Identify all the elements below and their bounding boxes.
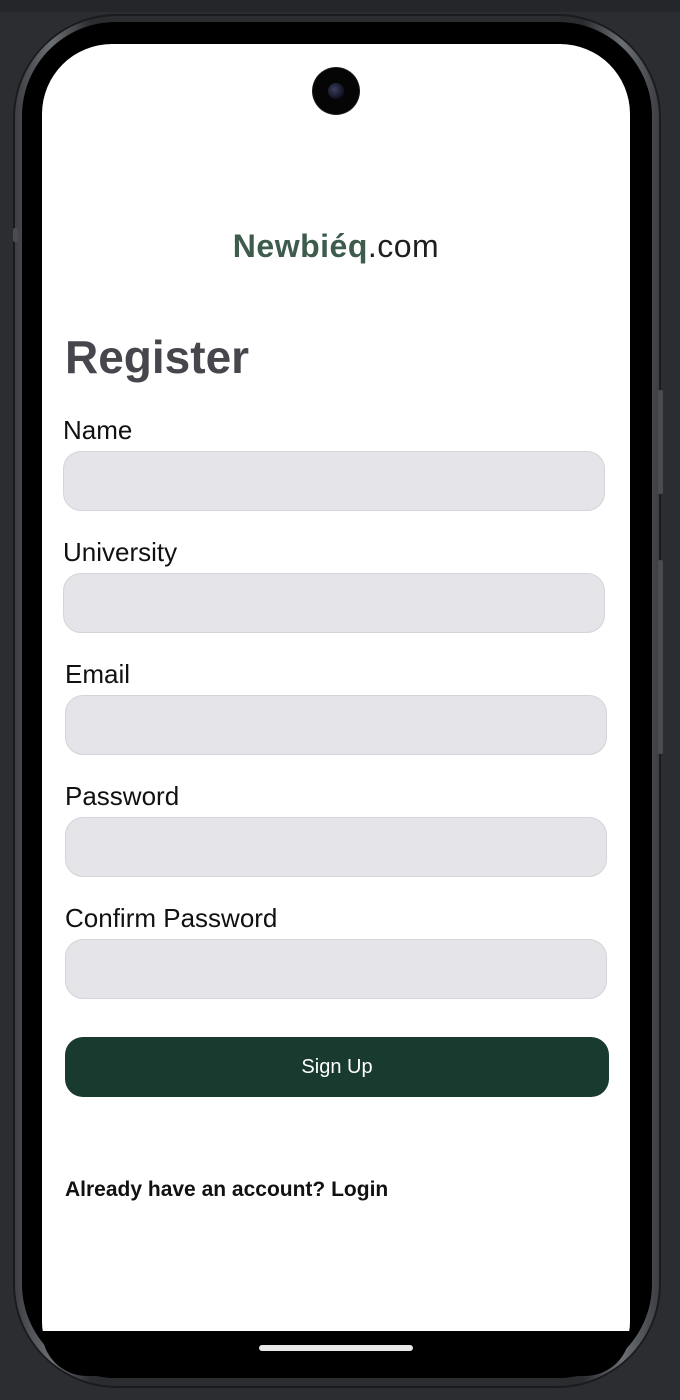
password-input[interactable] <box>65 817 607 877</box>
password-label: Password <box>65 781 180 811</box>
camera-lens <box>328 83 344 99</box>
confirm-password-input[interactable] <box>65 939 607 999</box>
login-link[interactable]: Login <box>331 1178 388 1201</box>
power-button <box>658 390 663 494</box>
login-prompt-text: Already have an account? <box>65 1178 332 1201</box>
bottom-safe-area <box>42 1331 630 1376</box>
name-label: Name <box>63 415 133 445</box>
logo-tld: .com <box>367 228 440 264</box>
email-label: Email <box>65 659 131 689</box>
left-side-button <box>13 228 18 242</box>
page-title: Register <box>65 331 250 383</box>
logo-brand: Newbiéq <box>232 228 368 264</box>
name-input[interactable] <box>63 451 605 511</box>
front-camera-icon <box>313 68 359 114</box>
university-label: University <box>63 537 178 567</box>
email-input[interactable] <box>65 695 607 755</box>
confirm-password-label: Confirm Password <box>65 903 278 933</box>
university-input[interactable] <box>63 573 605 633</box>
home-indicator[interactable] <box>259 1345 413 1351</box>
volume-button <box>658 560 663 754</box>
sign-up-button[interactable]: Sign Up <box>65 1037 609 1097</box>
app-logo: Newbiéq.com <box>42 228 630 265</box>
app-screen: Newbiéq.com Register Name University Ema… <box>42 44 630 1376</box>
login-prompt: Already have an account? Login <box>65 1178 388 1202</box>
window-top-strip <box>0 0 680 12</box>
